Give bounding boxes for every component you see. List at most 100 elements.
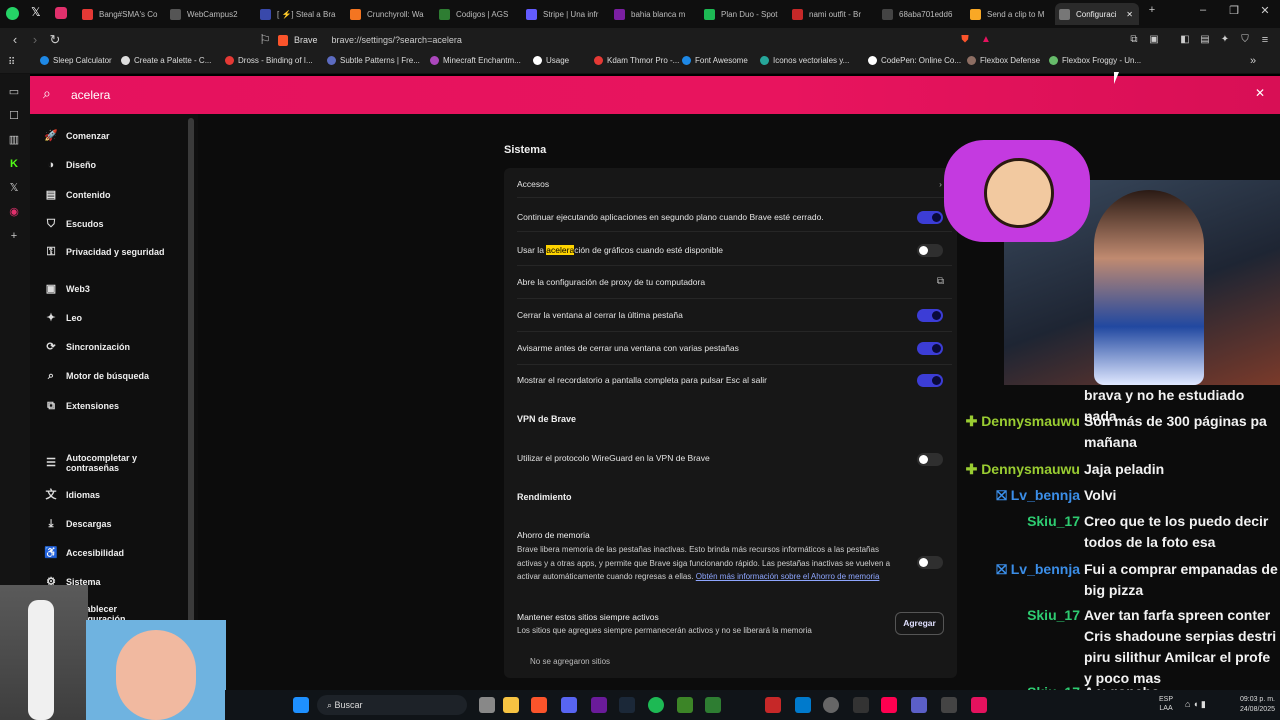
sidebar-item-leo[interactable]: ✦ Leo — [44, 313, 166, 324]
sidebar-item-sync[interactable]: ⟳ Sincronización — [44, 342, 166, 353]
explorer-icon[interactable] — [503, 697, 519, 713]
github-icon[interactable] — [823, 697, 839, 713]
external-link-icon[interactable]: ⧉ — [937, 271, 944, 293]
close-tab-icon[interactable]: ✕ — [1126, 10, 1133, 19]
reload-icon[interactable]: ↻ — [46, 32, 64, 48]
bookmark-item[interactable]: Subtle Patterns | Fre... — [327, 56, 420, 65]
clear-search-icon[interactable]: ✕ — [1255, 86, 1265, 100]
sidebar-item-language[interactable]: 文 Idiomas — [44, 490, 166, 501]
x-icon[interactable]: 𝕏 — [31, 5, 41, 19]
kick-icon[interactable]: K — [6, 156, 22, 172]
tab[interactable]: bahia blanca m — [610, 3, 700, 25]
bookmark-item[interactable]: Sleep Calculator — [40, 56, 112, 65]
bookmark-item[interactable]: Kdam Thmor Pro -... — [594, 56, 679, 65]
bookmarks-panel-icon[interactable]: ☐ — [6, 108, 22, 124]
teams-icon[interactable] — [911, 697, 927, 713]
minimize-button[interactable]: – — [1193, 4, 1213, 16]
taskbar-search[interactable]: ⌕ Buscar — [317, 695, 467, 715]
sidebar-toggle-icon[interactable]: ◧ — [1176, 32, 1194, 48]
excel-icon[interactable] — [705, 697, 721, 713]
add-site-button[interactable]: Agregar — [895, 612, 944, 635]
memory-saver-link[interactable]: Obtén más información sobre el Ahorro de… — [696, 572, 880, 581]
instagram-icon[interactable] — [55, 7, 67, 19]
task-view-icon[interactable] — [479, 697, 495, 713]
rewards-icon[interactable]: ▲ — [977, 32, 995, 48]
leo-icon[interactable]: ✦ — [1216, 32, 1234, 48]
bookmark-icon[interactable]: ⚐ — [256, 32, 274, 48]
memory-saver-toggle[interactable] — [917, 556, 943, 569]
wireguard-toggle[interactable] — [917, 453, 943, 466]
fullscreen-toggle[interactable] — [917, 374, 943, 387]
bookmark-item[interactable]: Dross - Binding of I... — [225, 56, 313, 65]
bookmark-item[interactable]: Iconos vectoriales y... — [760, 56, 849, 65]
sidebar-item-download[interactable]: ⤓ Descargas — [44, 519, 166, 530]
bookmark-item[interactable]: CodePen: Online Co... — [868, 56, 961, 65]
forward-icon[interactable]: › — [26, 32, 44, 48]
tab[interactable]: Plan Duo - Spot — [700, 3, 790, 25]
tab[interactable]: WebCampus2 — [166, 3, 260, 25]
add-panel-icon[interactable]: + — [6, 228, 22, 244]
game-icon[interactable] — [941, 697, 957, 713]
warn-close-toggle[interactable] — [917, 342, 943, 355]
bookmark-item[interactable]: Minecraft Enchantm... — [430, 56, 521, 65]
app-icon[interactable] — [765, 697, 781, 713]
minecraft-icon[interactable] — [677, 697, 693, 713]
discord-icon[interactable] — [561, 697, 577, 713]
tray-icons[interactable]: ⌂ ◖ ▮ — [1185, 699, 1206, 710]
history-icon[interactable]: ▥ — [6, 132, 22, 148]
tab[interactable]: Send a clip to M — [966, 3, 1054, 25]
bookmark-item[interactable]: Flexbox Froggy - Un... — [1049, 56, 1141, 65]
url-field[interactable]: Brave brave://settings/?search=acelera — [278, 31, 998, 49]
vscode-icon[interactable] — [795, 697, 811, 713]
tab[interactable]: Bang#SMA's Co — [78, 3, 172, 25]
more-bookmarks-icon[interactable]: » — [1250, 55, 1256, 67]
stream-app-icon[interactable] — [971, 697, 987, 713]
maximize-button[interactable]: ❐ — [1224, 4, 1244, 17]
extensions-icon[interactable]: ⧉ — [1125, 32, 1143, 48]
tab[interactable]: Codigos | AGS — [435, 3, 525, 25]
sidebar-scrollbar[interactable] — [188, 118, 194, 678]
reading-list-icon[interactable]: ▭ — [6, 84, 22, 100]
instagram-panel-icon[interactable]: ◉ — [6, 204, 22, 220]
shields-icon[interactable]: ⛊ — [956, 32, 974, 48]
tab[interactable]: Crunchyroll: Wa — [346, 3, 440, 25]
brave-taskbar-icon[interactable] — [531, 697, 547, 713]
tab[interactable]: 68aba701edd6 — [878, 3, 966, 25]
input-language[interactable]: ESP LAA — [1159, 695, 1173, 713]
bookmark-item[interactable]: Font Awesome — [682, 56, 748, 65]
sidebar-item-palette[interactable]: ◑ Diseño — [44, 160, 166, 171]
sidebar-item-puzzle[interactable]: ⧉ Extensiones — [44, 401, 166, 412]
start-icon[interactable] — [293, 697, 309, 713]
background-apps-toggle[interactable] — [917, 211, 943, 224]
sidebar-item-list[interactable]: ☰ Autocompletar y contraseñas — [44, 453, 166, 473]
spotify-icon[interactable] — [648, 697, 664, 713]
clock[interactable]: 09:03 p. m. 24/08/2025 — [1223, 695, 1275, 715]
new-tab-button[interactable]: + — [1142, 4, 1162, 16]
tab[interactable]: [ ⚡] Steal a Bra — [256, 3, 350, 25]
settings-search-bar[interactable]: ⌕ acelera ✕ — [30, 76, 1280, 114]
tiktok-icon[interactable] — [881, 697, 897, 713]
steam-icon[interactable] — [619, 697, 635, 713]
tab[interactable]: Configuraci ✕ — [1055, 3, 1139, 25]
sidebar-item-content[interactable]: ▤ Contenido — [44, 190, 166, 201]
tab[interactable]: Stripe | Una infr — [522, 3, 612, 25]
search-input[interactable]: acelera — [71, 88, 110, 102]
hw-accel-toggle[interactable] — [917, 244, 943, 257]
bookmark-item[interactable]: Flexbox Defense — [967, 56, 1040, 65]
menu-icon[interactable]: ≡ — [1256, 32, 1274, 48]
proxy-row[interactable]: Abre la configuración de proxy de tu com… — [517, 271, 952, 299]
vpn-icon[interactable]: ⛉ — [1236, 32, 1254, 48]
bookmark-item[interactable]: Create a Palette - C... — [121, 56, 211, 65]
tab[interactable]: nami outfit - Br — [788, 3, 880, 25]
close-window-toggle[interactable] — [917, 309, 943, 322]
screenshot-icon[interactable]: ▣ — [1145, 32, 1163, 48]
x-panel-icon[interactable]: 𝕏 — [6, 180, 22, 196]
sidebar-item-shield[interactable]: ⛉ Escudos — [44, 219, 166, 230]
apps-icon[interactable]: ⠿ — [8, 57, 15, 68]
sidebar-item-wallet[interactable]: ▣ Web3 — [44, 284, 166, 295]
sidebar-item-search[interactable]: ⌕ Motor de búsqueda — [44, 371, 166, 382]
accesos-row[interactable]: Accesos › — [517, 172, 952, 198]
bookmark-item[interactable]: Usage — [533, 56, 569, 65]
headset-icon[interactable] — [853, 697, 869, 713]
sidebar-item-rocket[interactable]: 🚀 Comenzar — [44, 131, 166, 142]
